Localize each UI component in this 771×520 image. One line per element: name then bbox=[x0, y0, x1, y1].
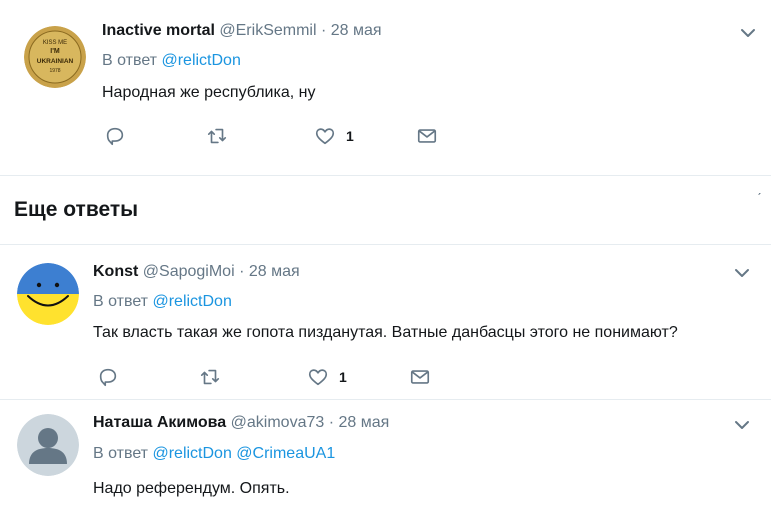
tweet: KISS ME I'M UKRAINIAN 1978 Inactive mort… bbox=[0, 0, 771, 176]
like-button[interactable]: 1 bbox=[307, 365, 347, 389]
reply-prefix: В ответ bbox=[102, 52, 158, 69]
retweet-button[interactable] bbox=[199, 365, 221, 389]
author-handle[interactable]: @ErikSemmil bbox=[219, 22, 316, 39]
mention-link[interactable]: @relictDon bbox=[161, 52, 240, 69]
reply-context: В ответ @relictDon bbox=[102, 52, 241, 70]
tweet: Наташа Акимова @akimova73 · 28 мая В отв… bbox=[0, 400, 771, 520]
direct-message-button[interactable] bbox=[416, 124, 438, 148]
mention-link[interactable]: @relictDon bbox=[152, 293, 231, 310]
tweet-text: Народная же республика, ну bbox=[102, 84, 316, 101]
direct-message-icon bbox=[417, 129, 437, 143]
author-handle[interactable]: @akimova73 bbox=[231, 414, 325, 431]
tweet-date[interactable]: 28 мая bbox=[331, 22, 382, 39]
reply-prefix: В ответ bbox=[93, 445, 149, 462]
reply-prefix: В ответ bbox=[93, 293, 149, 310]
edge-artifact: ˊ bbox=[757, 190, 762, 206]
tweet-header: Inactive mortal @ErikSemmil · 28 мая bbox=[102, 22, 382, 40]
author-handle[interactable]: @SapogiMoi bbox=[143, 263, 235, 280]
chevron-down-icon[interactable] bbox=[733, 416, 751, 434]
header-separator: · bbox=[328, 414, 335, 431]
avatar-text-1: KISS ME bbox=[43, 40, 67, 46]
mention-link[interactable]: @CrimeaUA1 bbox=[236, 445, 335, 462]
retweet-button[interactable] bbox=[206, 124, 228, 148]
avatar[interactable] bbox=[17, 263, 79, 325]
chevron-down-icon[interactable] bbox=[739, 24, 757, 42]
tweet: Konst @SapogiMoi · 28 мая В ответ @relic… bbox=[0, 244, 771, 400]
retweet-icon bbox=[200, 369, 220, 385]
avatar-text-2: I'M bbox=[50, 48, 60, 55]
avatar[interactable]: KISS ME I'M UKRAINIAN 1978 bbox=[24, 26, 86, 88]
direct-message-icon bbox=[410, 370, 430, 384]
like-count: 1 bbox=[339, 369, 347, 385]
reply-button[interactable] bbox=[104, 124, 126, 148]
tweet-text: Так власть такая же гопота пизданутая. В… bbox=[93, 324, 678, 341]
tweet-header: Наташа Акимова @akimova73 · 28 мая bbox=[93, 414, 389, 432]
reply-context: В ответ @relictDon @CrimeaUA1 bbox=[93, 445, 335, 463]
author-name[interactable]: Наташа Акимова bbox=[93, 414, 226, 431]
tweet-text: Надо референдум. Опять. bbox=[93, 480, 290, 497]
reply-button[interactable] bbox=[97, 365, 119, 389]
like-count: 1 bbox=[346, 128, 354, 144]
header-separator: · bbox=[239, 263, 245, 280]
avatar-text-4: 1978 bbox=[49, 68, 60, 74]
chevron-down-icon[interactable] bbox=[733, 264, 751, 282]
like-button[interactable]: 1 bbox=[314, 124, 354, 148]
like-icon bbox=[308, 369, 328, 386]
reply-icon bbox=[99, 368, 117, 387]
tweet-header: Konst @SapogiMoi · 28 мая bbox=[93, 263, 300, 281]
reply-context: В ответ @relictDon bbox=[93, 293, 232, 311]
reply-icon bbox=[106, 127, 124, 146]
author-name[interactable]: Konst bbox=[93, 263, 138, 280]
avatar[interactable] bbox=[17, 414, 79, 476]
avatar-text-3: UKRAINIAN bbox=[37, 58, 74, 65]
tweet-date[interactable]: 28 мая bbox=[339, 414, 390, 431]
tweet-date[interactable]: 28 мая bbox=[249, 263, 300, 280]
header-separator: · bbox=[320, 22, 327, 39]
more-replies-heading: Еще ответы bbox=[14, 198, 139, 221]
author-name[interactable]: Inactive mortal bbox=[102, 22, 215, 39]
like-icon bbox=[315, 128, 335, 145]
mention-link[interactable]: @relictDon bbox=[152, 445, 231, 462]
retweet-icon bbox=[207, 128, 227, 144]
direct-message-button[interactable] bbox=[409, 365, 431, 389]
